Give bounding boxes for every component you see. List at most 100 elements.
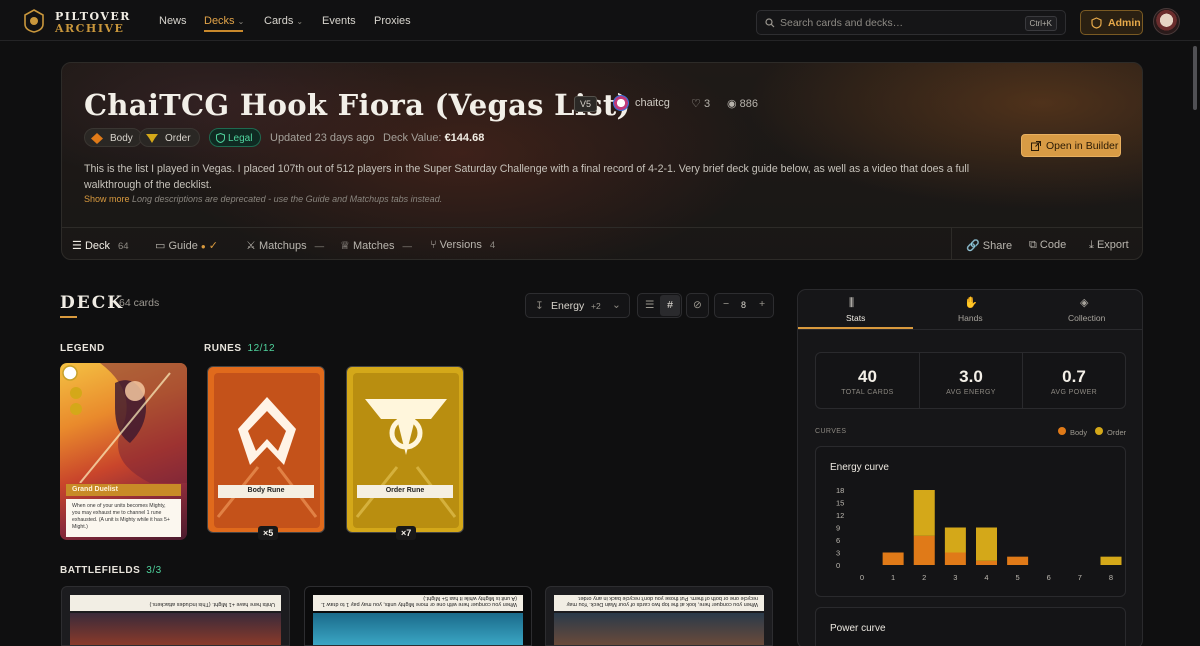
x-tick-label: 4: [984, 573, 988, 582]
grid-view-icon[interactable]: #: [660, 295, 680, 316]
bar-body-4[interactable]: [976, 560, 997, 565]
show-more-link[interactable]: Show more: [84, 194, 130, 204]
nav-decks-label: Decks: [204, 15, 235, 27]
legend-swatch-order: [1095, 427, 1103, 435]
energy-curve-plot: 03691215180 1 2 3 4 5 6 7 8: [836, 486, 1122, 582]
layers-icon: ◈: [1080, 297, 1089, 309]
export-label: Export: [1096, 239, 1129, 251]
bar-body-2[interactable]: [913, 535, 935, 565]
version-badge[interactable]: V5: [574, 96, 598, 112]
tab-guide-label: Guide: [168, 240, 198, 252]
nav-news[interactable]: News: [159, 15, 187, 27]
stat-avg-energy: 3.0 AVG ENERGY: [919, 353, 1022, 408]
bar-body-3[interactable]: [944, 552, 966, 566]
zoom-in-button[interactable]: +: [759, 298, 765, 310]
domain-pill-body[interactable]: Body: [84, 128, 142, 147]
tab-matchups[interactable]: ⚔ Matchups —: [246, 239, 324, 252]
tab-hands[interactable]: Hands: [958, 313, 983, 323]
legend-card[interactable]: Grand Duelist When one of your units bec…: [60, 363, 187, 540]
battlefield-card[interactable]: When you conquer here, look at the top t…: [545, 586, 773, 646]
tab-collection[interactable]: Collection: [1068, 313, 1105, 323]
order-rune-name: Order Rune: [357, 485, 453, 498]
battlefield-card-text: Units here have +1 Might. (This includes…: [70, 595, 281, 611]
tab-guide[interactable]: ▭ Guide ● ✓: [155, 239, 218, 252]
domain-pill-order-label: Order: [165, 133, 191, 144]
bar-order-4[interactable]: [976, 527, 997, 561]
admin-button[interactable]: Admin: [1080, 10, 1143, 35]
nav-events[interactable]: Events: [322, 15, 356, 27]
hand-icon: ✋: [964, 297, 978, 309]
nav-proxies[interactable]: Proxies: [374, 15, 411, 27]
deprecated-note: Long descriptions are deprecated - use t…: [132, 194, 443, 204]
tab-matches[interactable]: ♕ Matches —: [340, 239, 412, 252]
x-tick-label: 2: [922, 573, 926, 582]
nav-decks[interactable]: Decks ⌄: [204, 15, 244, 27]
legend-card-art: [62, 363, 187, 483]
bar-order-2[interactable]: [913, 490, 935, 536]
stat-label: AVG ENERGY: [946, 389, 996, 396]
deck-description: This is the list I played in Vegas. I pl…: [84, 163, 970, 191]
nav-cards[interactable]: Cards ⌄: [264, 15, 303, 27]
check-icon: ✓: [208, 240, 219, 252]
bar-body-5[interactable]: [1007, 556, 1029, 565]
y-tick-label: 9: [836, 524, 840, 533]
open-in-builder-label: Open in Builder: [1046, 140, 1119, 152]
code-button[interactable]: ⧉ Code: [1029, 239, 1066, 252]
export-button[interactable]: ⤓ Export: [1089, 239, 1129, 252]
body-rune-card[interactable]: Body Rune: [207, 366, 325, 533]
search-shortcut: Ctrl+K: [1024, 16, 1057, 31]
legend-label-body: Body: [1070, 428, 1088, 437]
top-nav: PILTOVER ARCHIVE News Decks ⌄ Cards ⌄ Even…: [0, 0, 1200, 41]
tab-versions[interactable]: ⑂ Versions 4: [430, 239, 495, 251]
order-rune-qty: ×7: [396, 526, 417, 540]
battlefield-card[interactable]: When you conquer here with one or more M…: [304, 586, 532, 646]
stats-tabs: ⫼ Stats ✋ Hands ◈ Collection: [798, 290, 1142, 330]
trophy-icon: ♕: [340, 240, 350, 252]
share-button[interactable]: 🔗 Share: [966, 239, 1012, 252]
battlefields-count: 3/3: [146, 565, 162, 576]
x-tick-label: 6: [1047, 573, 1051, 582]
body-rune-qty: ×5: [258, 526, 279, 540]
legend-card-name: Grand Duelist: [66, 484, 181, 496]
zoom-stepper: − 8 +: [714, 293, 774, 318]
updated-text: Updated 23 days ago: [270, 132, 375, 144]
bar-order-8[interactable]: [1100, 556, 1122, 565]
code-label: Code: [1039, 239, 1067, 251]
group-button[interactable]: ⊘: [686, 293, 709, 318]
legend-card-text: When one of your units becomes Mighty, y…: [66, 499, 181, 537]
avatar[interactable]: [1153, 8, 1180, 35]
tab-versions-label: Versions: [439, 239, 482, 251]
battlefield-card[interactable]: Units here have +1 Might. (This includes…: [61, 586, 290, 646]
deck-heading: DECK: [60, 293, 125, 313]
tab-deck[interactable]: ☰ Deck 64: [72, 239, 129, 252]
logo-icon[interactable]: [23, 9, 45, 33]
bar-body-1[interactable]: [882, 552, 904, 566]
page-scrollbar[interactable]: [1193, 46, 1197, 110]
order-rune-card[interactable]: Order Rune: [346, 366, 464, 533]
search-input[interactable]: Search cards and decks… Ctrl+K: [756, 10, 1066, 35]
branch-icon: ⑂: [430, 239, 437, 251]
zoom-out-button[interactable]: −: [723, 298, 729, 310]
logo-text[interactable]: PILTOVER ARCHIVE: [55, 11, 131, 35]
author-name[interactable]: chaitcg: [635, 97, 670, 109]
tab-stats[interactable]: Stats: [846, 313, 865, 323]
open-in-builder-button[interactable]: Open in Builder: [1021, 134, 1121, 157]
download-icon: ⤓: [1089, 239, 1094, 251]
likes[interactable]: ♡ 3: [691, 97, 710, 110]
author-avatar[interactable]: [613, 95, 629, 111]
y-tick-label: 0: [836, 561, 840, 570]
deck-header: ChaiTCG Hook Fiora (Vegas List) V5 chait…: [61, 62, 1143, 260]
domain-pill-order[interactable]: Order: [139, 128, 200, 147]
legal-badge: Legal: [209, 128, 262, 147]
zoom-value: 8: [741, 300, 747, 310]
sort-icon: ↧: [535, 300, 544, 312]
deck-value: Deck Value: €144.68: [383, 132, 484, 144]
bar-chart-icon: ⫼: [849, 297, 855, 309]
legend-label-order: Order: [1107, 428, 1127, 437]
logo-line-2: ARCHIVE: [55, 22, 125, 35]
bar-order-3[interactable]: [944, 527, 966, 553]
list-view-icon[interactable]: ☰: [645, 299, 654, 311]
sort-select[interactable]: ↧ Energy +2 ⌄: [525, 293, 630, 318]
search-icon: [765, 18, 775, 28]
deck-title: ChaiTCG Hook Fiora (Vegas List): [84, 88, 631, 122]
